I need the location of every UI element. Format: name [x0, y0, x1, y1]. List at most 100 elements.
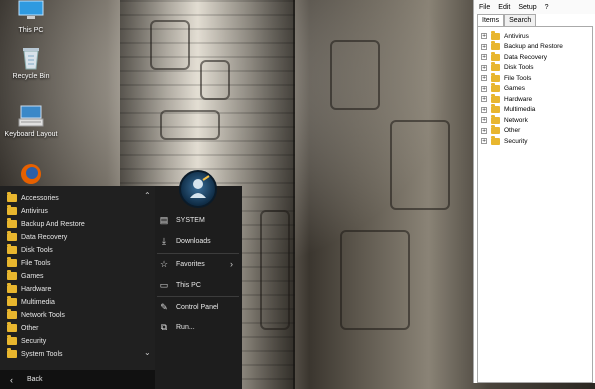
- folder-item-antivirus[interactable]: Antivirus: [7, 205, 48, 217]
- folder-item-games[interactable]: Games: [7, 270, 44, 282]
- folder-item-data-recovery[interactable]: Data Recovery: [7, 231, 67, 243]
- tree-label: Antivirus: [504, 32, 529, 40]
- scroll-up-icon[interactable]: ⌃: [144, 191, 151, 200]
- user-icon: ▤: [159, 214, 169, 225]
- expand-icon[interactable]: +: [481, 117, 487, 123]
- menu-separator: [157, 253, 239, 254]
- menu-help[interactable]: ?: [545, 4, 549, 11]
- scroll-down-icon[interactable]: ⌄: [144, 348, 151, 357]
- expand-icon[interactable]: +: [481, 85, 487, 92]
- folder-item-multimedia[interactable]: Multimedia: [7, 296, 55, 308]
- tree-item-multimedia[interactable]: + Multimedia: [481, 104, 536, 115]
- tree-item-hardware[interactable]: + Hardware: [481, 93, 533, 104]
- tree-label: File Tools: [504, 74, 532, 82]
- hieroglyph: [160, 110, 220, 140]
- menu-item-favorites[interactable]: ☆ Favorites ›: [158, 257, 240, 271]
- menu-item-downloads[interactable]: ⤓ Downloads: [158, 234, 240, 248]
- folder-item-backup-and-restore[interactable]: Backup And Restore: [7, 218, 85, 230]
- tree-item-data-recovery[interactable]: + Data Recovery: [481, 51, 547, 62]
- hieroglyph: [330, 40, 380, 110]
- menu-item-control-panel[interactable]: ✎ Control Panel: [158, 300, 240, 314]
- folder-icon: [491, 72, 500, 82]
- expand-icon[interactable]: +: [481, 54, 487, 60]
- desktop-icon-keyboard-layout[interactable]: Keyboard Layout: [0, 104, 62, 138]
- folder-item-system-tools[interactable]: System Tools: [7, 348, 63, 360]
- desktop-icon-recycle-bin[interactable]: Recycle Bin: [0, 46, 62, 80]
- tree-item-other[interactable]: + Other: [481, 125, 521, 136]
- recycle-bin-icon: [18, 46, 44, 70]
- desktop-icon-this-pc[interactable]: This PC: [0, 0, 62, 34]
- expand-icon[interactable]: +: [481, 138, 487, 144]
- folder-icon: [7, 205, 17, 215]
- tree-label: Backup and Restore: [504, 43, 563, 50]
- expand-icon[interactable]: +: [481, 127, 487, 134]
- tab-strip: Items Search: [477, 14, 537, 26]
- tab-items[interactable]: Items: [477, 14, 505, 26]
- menu-setup[interactable]: Setup: [518, 4, 536, 11]
- folder-item-security[interactable]: Security: [7, 335, 46, 347]
- expand-icon[interactable]: +: [481, 33, 487, 39]
- tree-label: Multimedia: [504, 106, 536, 113]
- folder-label: Antivirus: [21, 207, 48, 215]
- hieroglyph: [150, 20, 190, 70]
- folder-label: Other: [21, 324, 39, 332]
- expand-icon[interactable]: +: [481, 106, 487, 113]
- wrench-icon: ✎: [160, 301, 168, 312]
- tree-item-disk-tools[interactable]: + Disk Tools: [481, 62, 534, 73]
- category-tree: + Antivirus + Backup and Restore + Data Rec…: [477, 26, 593, 383]
- menu-item-run[interactable]: ⧉ Run...: [158, 320, 240, 334]
- menu-file[interactable]: File: [479, 4, 490, 11]
- user-avatar[interactable]: [179, 170, 217, 208]
- expand-icon[interactable]: +: [481, 43, 487, 50]
- folder-label: Accessories: [21, 194, 59, 202]
- star-icon: ☆: [159, 258, 169, 269]
- tree-label: Other: [504, 127, 521, 134]
- start-menu: ⌃ Accessories Antivirus Backup And Resto…: [0, 186, 242, 389]
- folder-icon: [491, 83, 500, 92]
- desktop-icon-label: Recycle Bin: [12, 73, 50, 80]
- menu-edit[interactable]: Edit: [498, 4, 510, 11]
- tree-item-security[interactable]: + Security: [481, 135, 528, 146]
- folder-label: Games: [21, 272, 44, 280]
- tree-label: Network: [504, 116, 528, 124]
- expand-icon[interactable]: +: [481, 96, 487, 102]
- folder-item-hardware[interactable]: Hardware: [7, 283, 51, 295]
- folder-item-file-tools[interactable]: File Tools: [7, 257, 50, 269]
- folder-item-disk-tools[interactable]: Disk Tools: [7, 244, 53, 256]
- keyboard-icon: [18, 104, 44, 128]
- folder-label: Multimedia: [21, 298, 55, 306]
- menu-item-label: SYSTEM: [176, 216, 205, 224]
- desktop-icon-label: This PC: [18, 27, 44, 34]
- tree-label: Games: [504, 85, 525, 92]
- tree-item-backup-and-restore[interactable]: + Backup and Restore: [481, 41, 563, 52]
- computer-icon: ▭: [159, 279, 169, 290]
- folder-icon: [491, 62, 500, 71]
- tree-item-file-tools[interactable]: + File Tools: [481, 72, 532, 83]
- hieroglyph: [340, 230, 410, 330]
- folder-label: Hardware: [21, 285, 52, 293]
- folder-icon: [7, 270, 17, 280]
- download-icon: ⤓: [162, 235, 166, 246]
- tree-item-antivirus[interactable]: + Antivirus: [481, 30, 529, 41]
- menu-item-label: Control Panel: [176, 303, 219, 311]
- menu-item-system[interactable]: ▤ SYSTEM: [158, 213, 240, 227]
- desktop-icon-firefox[interactable]: [0, 162, 62, 189]
- tab-search[interactable]: Search: [504, 14, 537, 26]
- folder-label: Disk Tools: [21, 246, 53, 254]
- expand-icon[interactable]: +: [481, 64, 487, 71]
- this-pc-icon: [18, 0, 44, 24]
- folder-label: File Tools: [21, 259, 51, 267]
- folder-icon: [7, 192, 17, 202]
- tree-label: Hardware: [504, 95, 533, 103]
- back-button[interactable]: ‹ Back: [0, 370, 155, 389]
- folder-icon: [491, 30, 500, 40]
- expand-icon[interactable]: +: [481, 75, 487, 81]
- tree-item-network[interactable]: + Network: [481, 114, 528, 125]
- tree-item-games[interactable]: + Games: [481, 83, 525, 94]
- menu-item-this-pc[interactable]: ▭ This PC: [158, 278, 240, 292]
- folder-item-accessories[interactable]: Accessories: [7, 192, 59, 204]
- menu-separator: [157, 296, 239, 297]
- folder-item-network-tools[interactable]: Network Tools: [7, 309, 65, 321]
- folder-item-other[interactable]: Other: [7, 322, 39, 334]
- tree-label: Security: [504, 137, 528, 145]
